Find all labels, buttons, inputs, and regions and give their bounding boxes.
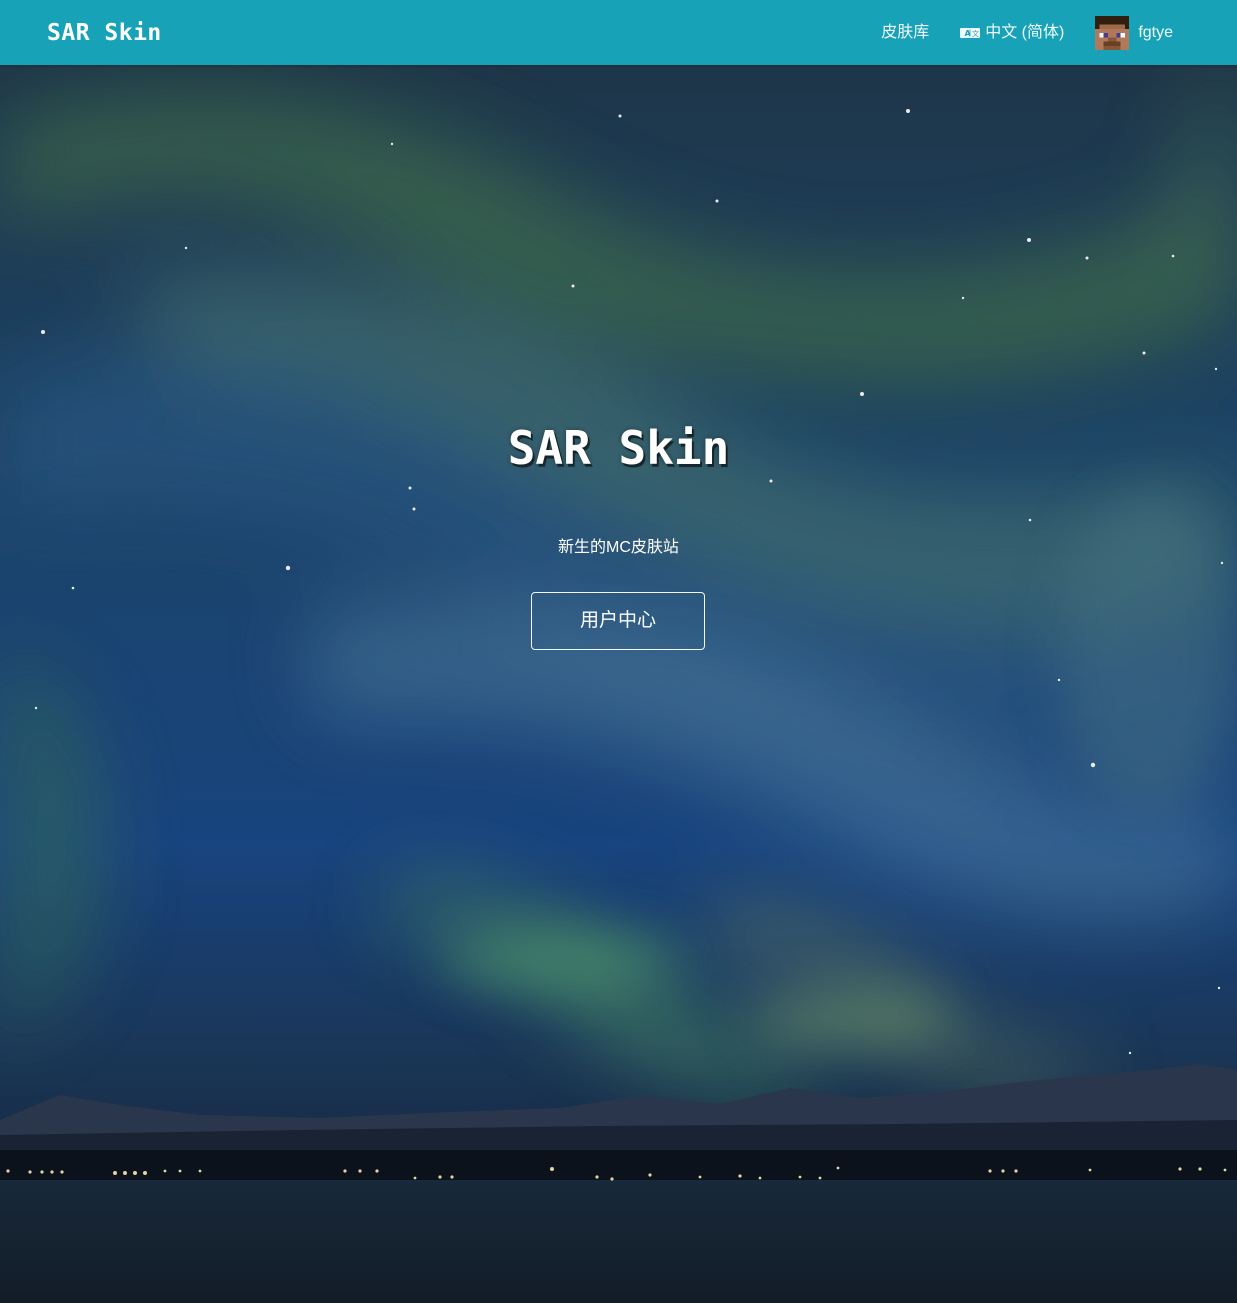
user-center-button[interactable]: 用户中心 [531, 592, 705, 650]
hero-title: SAR Skin [507, 421, 730, 475]
home-page: SAR Skin 皮肤库 A 文 中文 (简体) fgtye SAR Skin … [0, 0, 1237, 1303]
navbar-right-menu: 皮肤库 A 文 中文 (简体) fgtye [881, 0, 1173, 65]
nav-skin-library-label: 皮肤库 [881, 23, 930, 41]
brand-logo-link[interactable]: SAR Skin [47, 18, 162, 48]
language-label: 中文 (简体) [985, 23, 1065, 41]
svg-text:文: 文 [972, 29, 979, 38]
svg-text:A: A [965, 29, 972, 38]
hero-subtitle: 新生的MC皮肤站 [558, 539, 679, 556]
aurora-background-image [0, 0, 1237, 1303]
top-navbar: SAR Skin 皮肤库 A 文 中文 (简体) fgtye [0, 0, 1237, 65]
username-label: fgtye [1138, 23, 1173, 41]
steve-avatar [1095, 15, 1130, 50]
user-menu[interactable]: fgtye [1095, 15, 1173, 50]
nav-skin-library-link[interactable]: 皮肤库 [881, 23, 929, 43]
language-switcher[interactable]: A 文 中文 (简体) [960, 23, 1064, 43]
translate-icon: A 文 [960, 27, 981, 38]
